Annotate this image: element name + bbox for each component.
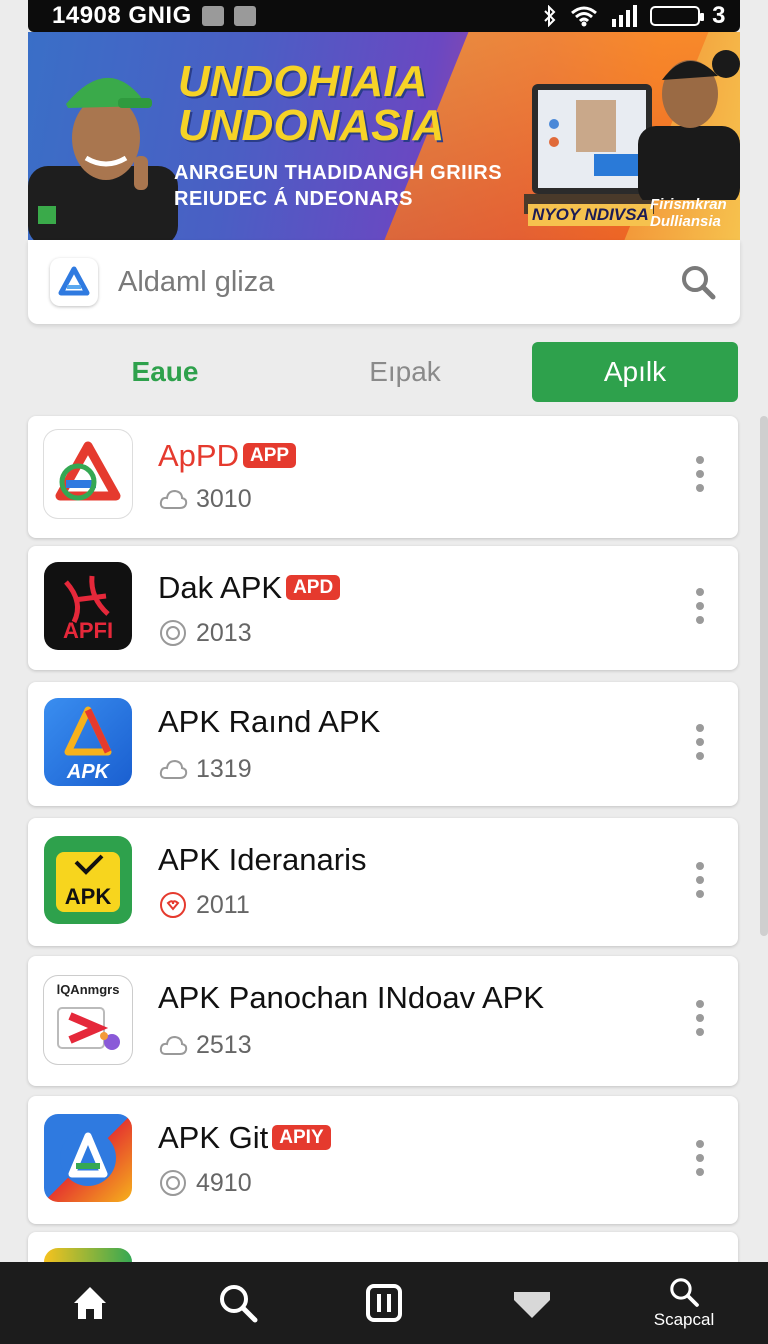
app-name: APK Panochan INdoav APK <box>158 980 544 1016</box>
app-meta: 2013 <box>158 618 252 648</box>
tab-apilk[interactable]: Apılk <box>532 342 738 402</box>
wifi-icon <box>571 6 598 27</box>
app-card[interactable]: APK Git APIY 4910 <box>28 1096 738 1224</box>
app-badge: APD <box>286 575 341 600</box>
nav-library[interactable] <box>334 1262 434 1344</box>
notification-icon <box>201 6 224 26</box>
app-card[interactable]: APK APK Ideranaris 2011 <box>28 818 738 946</box>
more-options-icon[interactable] <box>692 1140 708 1176</box>
app-icon-text: lQAnmgrs <box>57 982 120 997</box>
nav-label: Scapcal <box>653 1310 715 1329</box>
status-bar: 14908 GNIG 3 <box>28 0 740 32</box>
search-icon[interactable] <box>678 262 718 302</box>
bluetooth-icon <box>544 5 556 27</box>
cloud-icon <box>159 489 188 509</box>
app-icon: APK <box>44 698 132 786</box>
app-card[interactable]: APK APK Raınd APK 1319 <box>28 682 738 806</box>
download-count: 1319 <box>196 754 252 783</box>
app-name-text: ApPD <box>158 438 239 473</box>
notification-icon <box>233 6 256 26</box>
banner-title-line2: UNDONASIA <box>178 101 445 150</box>
app-icon-text: APK <box>66 761 111 783</box>
download-count: 3010 <box>196 484 252 513</box>
app-card[interactable]: lQAnmgrs APK Panochan INdoav APK 2513 <box>28 956 738 1086</box>
more-options-icon[interactable] <box>692 862 708 898</box>
search-bar[interactable] <box>28 240 740 324</box>
app-name-text: APK Raınd APK <box>158 704 381 739</box>
download-ring-icon <box>160 1170 186 1196</box>
app-name-text: APK Panochan INdoav APK <box>158 980 545 1015</box>
app-name-text: APK Git <box>158 1120 269 1155</box>
cloud-icon <box>159 1035 188 1055</box>
app-name-text: APK Ideranaris <box>158 842 367 877</box>
category-tabs: Eaue Eıpak Apılk <box>28 342 740 402</box>
banner-title-line1: UNDOHIAIA <box>178 57 428 106</box>
app-store-logo-icon <box>50 258 98 306</box>
cloud-icon <box>159 759 188 779</box>
signal-icon <box>612 5 638 27</box>
person-illustration <box>28 77 178 240</box>
search-icon <box>670 1278 699 1307</box>
nav-search-secondary[interactable]: Scapcal <box>634 1262 734 1344</box>
app-name: APK Ideranaris <box>158 842 367 878</box>
app-name: APK Git APIY <box>158 1120 331 1156</box>
banner-subtitle-line2: REIUDEC Á NDEONARS <box>174 188 414 210</box>
app-name-text: Dak APK <box>158 570 283 605</box>
app-meta: 2011 <box>158 890 250 920</box>
download-count: 4910 <box>196 1168 252 1197</box>
app-meta: 2513 <box>158 1030 252 1060</box>
search-input[interactable] <box>118 265 678 299</box>
app-name: APK Raınd APK <box>158 704 380 740</box>
app-meta: 3010 <box>158 484 252 514</box>
banner-title: UNDOHIAIA UNDONASIA <box>178 60 444 148</box>
app-card[interactable]: APFI Dak APK APD 2013 <box>28 546 738 670</box>
app-meta: 4910 <box>158 1168 252 1198</box>
bottom-navigation: Scapcal <box>0 1262 768 1344</box>
tab-eaue[interactable]: Eaue <box>88 342 242 402</box>
nav-search[interactable] <box>188 1262 288 1344</box>
download-count: 2011 <box>196 890 250 919</box>
app-icon <box>44 1114 132 1202</box>
banner-tag-secondary: Firismkran Dulliansia <box>650 196 727 230</box>
scrollbar[interactable] <box>760 416 768 936</box>
more-options-icon[interactable] <box>692 1000 708 1036</box>
download-count: 2513 <box>196 1030 252 1059</box>
heart-ring-icon <box>160 892 186 918</box>
app-icon: APK <box>44 836 132 924</box>
nav-home[interactable] <box>40 1262 140 1344</box>
app-icon: APFI <box>44 562 132 650</box>
home-icon <box>74 1287 106 1319</box>
app-badge: APP <box>242 443 297 468</box>
battery-icon <box>650 6 705 26</box>
app-name: ApPD APP <box>158 438 297 474</box>
more-options-icon[interactable] <box>692 724 708 760</box>
heart-icon <box>514 1292 550 1318</box>
person-illustration <box>638 50 740 200</box>
app-meta: 1319 <box>158 754 252 784</box>
download-count: 2013 <box>196 618 252 647</box>
app-name: Dak APK APD <box>158 570 341 606</box>
banner-subtitle: ANRGEUN THADIDANGH GRIIRS REIUDEC Á NDEO… <box>174 160 502 212</box>
app-icon: lQAnmgrs <box>44 976 132 1064</box>
app-badge: APIY <box>272 1125 331 1150</box>
app-card[interactable]: ApPD APP 3010 <box>28 416 738 538</box>
app-icon-text: APK <box>65 884 112 909</box>
more-options-icon[interactable] <box>692 456 708 492</box>
nav-favorites[interactable] <box>482 1262 582 1344</box>
download-ring-icon <box>160 620 186 646</box>
status-time: 14908 GNIG <box>52 2 192 29</box>
tab-eipak[interactable]: Eıpak <box>328 342 482 402</box>
banner-subtitle-line1: ANRGEUN THADIDANGH GRIIRS <box>174 162 503 184</box>
banner-tag-line2: Dulliansia <box>650 213 721 230</box>
battery-level: 3 <box>712 2 726 29</box>
banner-tag: NYOY NDIVSA <box>528 204 653 226</box>
more-options-icon[interactable] <box>692 588 708 624</box>
pause-icon <box>366 1284 402 1322</box>
banner-tag-line1: Firismkran <box>650 196 727 213</box>
search-icon <box>220 1285 258 1323</box>
app-icon <box>44 430 132 518</box>
app-icon-text: APFI <box>63 618 113 643</box>
promo-banner[interactable]: UNDOHIAIA UNDONASIA ANRGEUN THADIDANGH G… <box>28 32 740 240</box>
